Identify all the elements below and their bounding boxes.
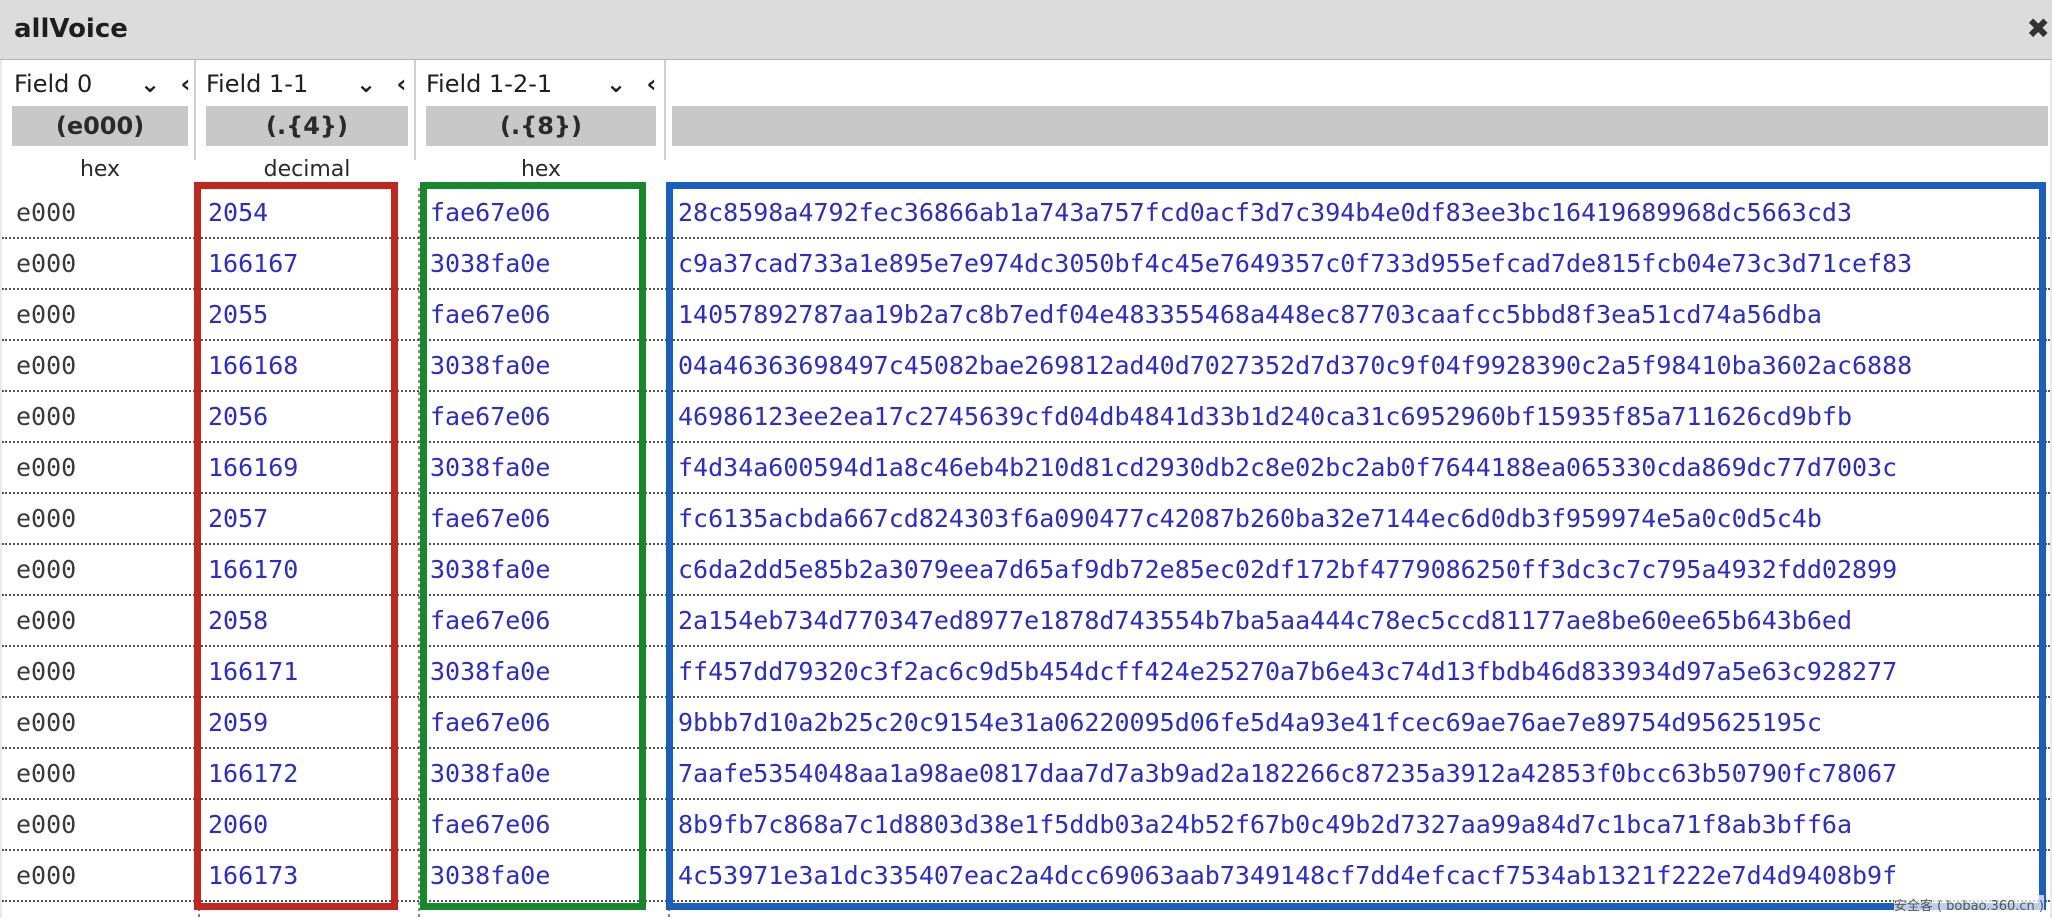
close-icon[interactable]: ✖ [2027,12,2050,45]
field-0-cell[interactable]: e000 [16,239,192,288]
field-1-2-1-header: Field 1-2-1 ⌄ ‹ [426,66,656,102]
field-0-collapse-controls[interactable]: ⌄ ‹ [140,66,196,102]
field-1-2-1-name: Field 1-2-1 [426,70,553,98]
field-0-regex[interactable]: (e000) [12,106,188,146]
field-3-regex[interactable] [672,106,2048,146]
field-1-1-header: Field 1-1 ⌄ ‹ [206,66,406,102]
field-0-name: Field 0 [14,70,93,98]
window-title: allVoice [14,14,128,44]
field-0-cell[interactable]: e000 [16,800,192,849]
field-1-2-1-collapse-controls[interactable]: ⌄ ‹ [606,66,662,102]
field-0-format[interactable]: hex [12,152,188,188]
field-0-cell[interactable]: e000 [16,290,192,339]
field-table-panel: Field 0 ⌄ ‹ (e000) hex Field 1-1 ⌄ ‹ (.{… [2,60,2050,918]
field-0-cell[interactable]: e000 [16,596,192,645]
field-0-cell[interactable]: e000 [16,545,192,594]
column-separator[interactable] [664,60,666,160]
field-0-cell[interactable]: e000 [16,647,192,696]
blue-highlight-box [666,182,2046,910]
field-0-cell[interactable]: e000 [16,188,192,237]
red-highlight-box [194,182,398,910]
field-0-cell[interactable]: e000 [16,494,192,543]
field-1-1-regex[interactable]: (.{4}) [206,106,408,146]
watermark: 安全客 ( bobao.360.cn ) [1893,895,2044,914]
field-1-1-collapse-controls[interactable]: ⌄ ‹ [356,66,412,102]
field-0-cell[interactable]: e000 [16,341,192,390]
column-separator[interactable] [414,60,416,160]
field-1-1-name: Field 1-1 [206,70,309,98]
green-highlight-box [420,182,646,910]
field-0-cell[interactable]: e000 [16,698,192,747]
field-0-cell[interactable]: e000 [16,392,192,441]
field-0-cell[interactable]: e000 [16,851,192,900]
field-0-header: Field 0 ⌄ ‹ [14,66,190,102]
field-0-cell[interactable]: e000 [16,443,192,492]
window-titlebar: allVoice ✖ [0,0,2052,60]
field-1-2-1-regex[interactable]: (.{8}) [426,106,656,146]
field-0-cell[interactable]: e000 [16,749,192,798]
